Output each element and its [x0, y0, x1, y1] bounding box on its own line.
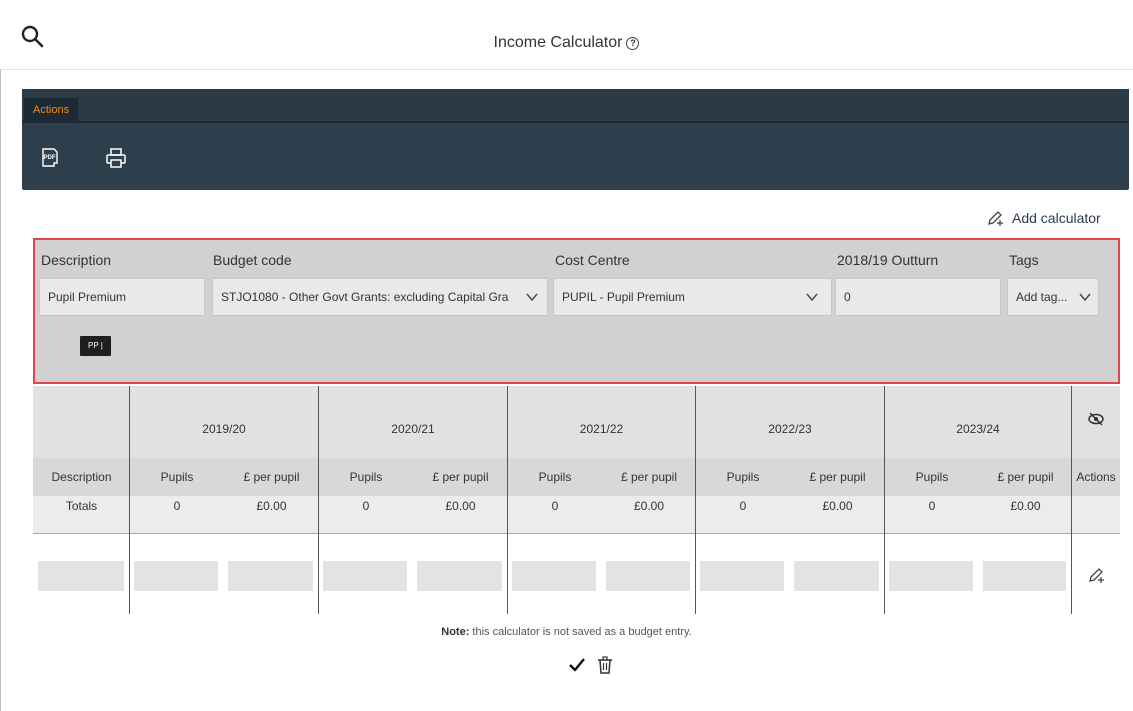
- header-bar: Income Calculator?: [0, 0, 1133, 70]
- tags-placeholder: Add tag...: [1016, 290, 1068, 304]
- column-divider: [884, 386, 885, 614]
- tags-label: Tags: [1009, 252, 1039, 268]
- chevron-down-icon: [806, 293, 818, 302]
- cost-centre-select[interactable]: PUPIL - Pupil Premium: [553, 278, 832, 316]
- svg-text:PDF: PDF: [44, 155, 56, 161]
- totals-pupils: 0: [885, 496, 979, 534]
- note-bold: Note:: [441, 626, 470, 638]
- row-input[interactable]: [606, 561, 690, 591]
- year-header: 2021/22: [508, 386, 696, 458]
- col-description: Description: [33, 458, 130, 496]
- tags-select[interactable]: Add tag...: [1007, 278, 1099, 316]
- pdf-export-icon[interactable]: PDF: [39, 147, 61, 169]
- totals-per-pupil: £0.00: [790, 496, 885, 534]
- cost-centre-label: Cost Centre: [555, 252, 630, 268]
- col-per-pupil: £ per pupil: [979, 458, 1072, 496]
- row-input[interactable]: [700, 561, 784, 591]
- row-input[interactable]: [134, 561, 218, 591]
- column-divider: [318, 386, 319, 614]
- cost-centre-value: PUPIL - Pupil Premium: [562, 290, 685, 304]
- col-pupils: Pupils: [130, 458, 224, 496]
- page-title-wrap: Income Calculator?: [0, 34, 1133, 52]
- column-divider: [1071, 386, 1072, 614]
- totals-pupils: 0: [130, 496, 224, 534]
- totals-actions: [1072, 496, 1120, 534]
- edit-pencil-icon[interactable]: [1087, 566, 1105, 584]
- bottom-actions: [567, 655, 615, 675]
- row-input[interactable]: [794, 561, 879, 591]
- actions-panel: Actions PDF: [22, 89, 1129, 190]
- col-per-pupil: £ per pupil: [602, 458, 696, 496]
- actions-tabbar: Actions: [22, 89, 1129, 123]
- visibility-header-cell: [1072, 386, 1120, 458]
- year-header: 2023/24: [885, 386, 1072, 458]
- budget-code-label: Budget code: [213, 252, 292, 268]
- totals-pupils: 0: [319, 496, 413, 534]
- add-calculator-label: Add calculator: [1012, 210, 1101, 226]
- outturn-field[interactable]: 0: [835, 278, 1001, 316]
- trash-icon[interactable]: [595, 655, 615, 675]
- page-title: Income Calculator: [493, 34, 623, 51]
- budget-code-select[interactable]: STJO1080 - Other Govt Grants: excluding …: [212, 278, 548, 316]
- row-input[interactable]: [889, 561, 973, 591]
- budget-code-value: STJO1080 - Other Govt Grants: excluding …: [221, 290, 509, 304]
- col-per-pupil: £ per pupil: [413, 458, 508, 496]
- year-header-blank: [33, 386, 130, 458]
- note-text: Note: this calculator is not saved as a …: [0, 626, 1133, 638]
- checkmark-icon[interactable]: [567, 655, 587, 675]
- col-pupils: Pupils: [885, 458, 979, 496]
- edit-pencil-icon: [988, 211, 1003, 226]
- col-pupils: Pupils: [696, 458, 790, 496]
- totals-per-pupil: £0.00: [602, 496, 696, 534]
- row-input[interactable]: [38, 561, 124, 591]
- add-calculator-button[interactable]: Add calculator: [986, 207, 1101, 229]
- year-header: 2020/21: [319, 386, 508, 458]
- column-divider: [695, 386, 696, 614]
- description-field[interactable]: Pupil Premium: [39, 278, 205, 316]
- row-input[interactable]: [512, 561, 596, 591]
- row-input[interactable]: [983, 561, 1066, 591]
- col-per-pupil: £ per pupil: [790, 458, 885, 496]
- col-per-pupil: £ per pupil: [224, 458, 319, 496]
- totals-per-pupil: £0.00: [224, 496, 319, 534]
- hide-eye-icon[interactable]: [1087, 410, 1105, 428]
- row-input[interactable]: [228, 561, 313, 591]
- year-header: 2019/20: [130, 386, 319, 458]
- tag-chip[interactable]: PP |: [80, 336, 111, 356]
- help-circle-icon[interactable]: ?: [626, 37, 640, 50]
- row-input[interactable]: [323, 561, 407, 591]
- note-body: this calculator is not saved as a budget…: [469, 626, 692, 638]
- totals-per-pupil: £0.00: [413, 496, 508, 534]
- row-input[interactable]: [417, 561, 502, 591]
- description-label: Description: [41, 252, 112, 268]
- print-icon[interactable]: [105, 147, 127, 169]
- totals-pupils: 0: [508, 496, 602, 534]
- totals-label: Totals: [33, 496, 130, 534]
- col-pupils: Pupils: [319, 458, 413, 496]
- tab-actions[interactable]: Actions: [24, 98, 79, 123]
- calculator-form: Description Budget code Cost Centre 2018…: [33, 238, 1120, 384]
- column-divider: [129, 386, 130, 614]
- col-actions: Actions: [1072, 458, 1120, 496]
- outturn-label: 2018/19 Outturn: [837, 252, 939, 268]
- totals-per-pupil: £0.00: [979, 496, 1072, 534]
- chevron-down-icon: [526, 293, 538, 302]
- totals-pupils: 0: [696, 496, 790, 534]
- col-pupils: Pupils: [508, 458, 602, 496]
- year-header: 2022/23: [696, 386, 885, 458]
- column-divider: [507, 386, 508, 614]
- chevron-down-icon: [1079, 293, 1091, 302]
